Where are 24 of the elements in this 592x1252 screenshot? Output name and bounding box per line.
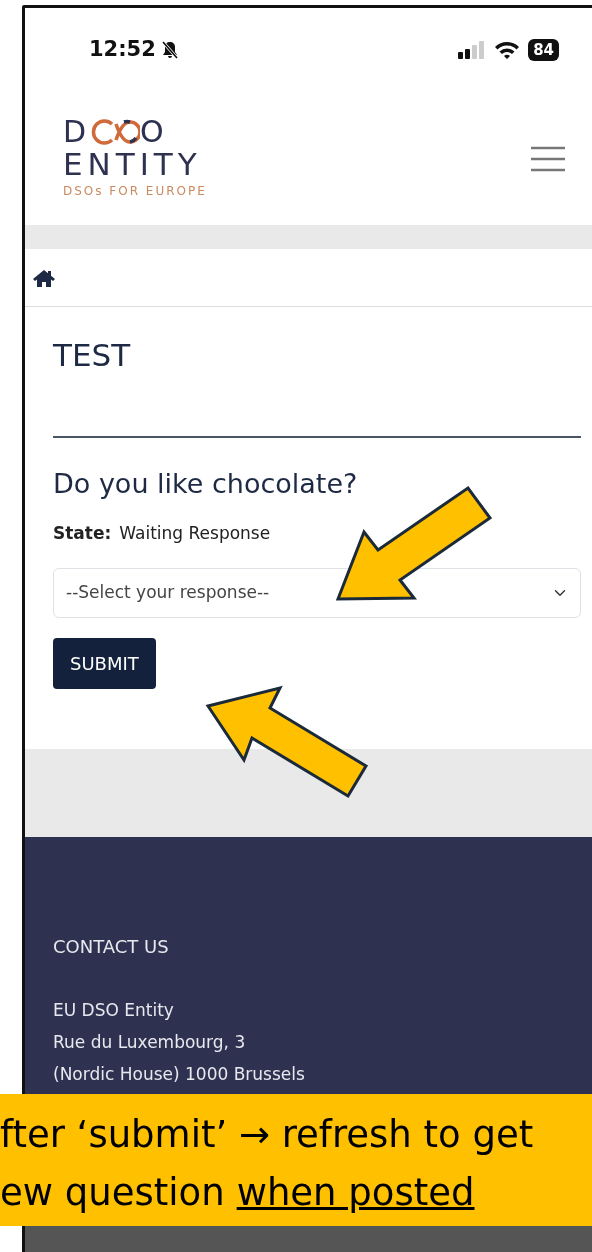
logo-letter: O (140, 117, 166, 148)
state-value: Waiting Response (119, 521, 271, 545)
page-title: TEST (53, 337, 132, 375)
address-line: (Nordic House) 1000 Brussels (53, 1063, 306, 1087)
callout-text: fter ‘submit’ → refresh to get (0, 1112, 535, 1158)
signal-icon (458, 41, 487, 59)
address-line: Rue du Luxembourg, 3 (53, 1031, 247, 1055)
wifi-icon (494, 40, 521, 60)
state-label: State: (53, 521, 112, 545)
status-time: 12:52 (89, 36, 156, 64)
callout-text: when posted (236, 1170, 475, 1216)
bell-slash-icon (159, 40, 180, 60)
logo-wordmark: ENTITY (63, 147, 203, 182)
menu-icon[interactable] (531, 145, 565, 172)
address-line: EU DSO Entity (53, 999, 175, 1023)
battery-icon: 84 (528, 39, 559, 61)
logo-tagline: DSOs FOR EUROPE (63, 182, 207, 200)
response-select[interactable]: --Select your response-- (53, 568, 581, 619)
callout-text: ew question (0, 1170, 225, 1216)
question-heading: Do you like chocolate? (53, 468, 359, 501)
logo-letter: D (63, 117, 89, 148)
home-icon[interactable] (33, 268, 55, 287)
footer-heading: CONTACT US (53, 935, 170, 960)
submit-button[interactable]: SUBMIT (53, 638, 156, 690)
